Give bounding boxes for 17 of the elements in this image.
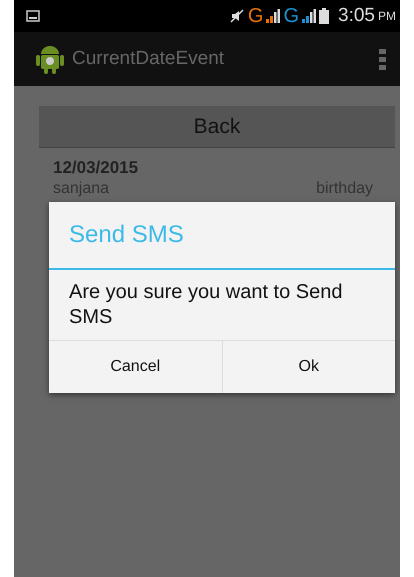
app-title: CurrentDateEvent	[72, 48, 224, 70]
clock-meridiem: PM	[378, 9, 396, 23]
battery-icon	[319, 8, 330, 24]
muted-speaker-icon	[228, 8, 245, 24]
signal-icon	[302, 9, 316, 23]
network-type: G	[248, 6, 264, 26]
dialog-message: Are you sure you want to Send SMS	[49, 270, 395, 341]
dialog-button[interactable]: Cancel	[49, 341, 222, 393]
android-robot-icon	[36, 44, 64, 74]
dialog-title: Send SMS	[49, 202, 395, 270]
clock-time: 3:05	[338, 5, 375, 27]
network-type: G	[283, 6, 300, 26]
image-icon	[26, 10, 40, 22]
signal-icon	[266, 9, 280, 23]
dialog-button[interactable]: Ok	[222, 341, 395, 393]
event-date: 12/03/2015	[53, 158, 140, 178]
overflow-menu-icon[interactable]	[377, 46, 388, 72]
